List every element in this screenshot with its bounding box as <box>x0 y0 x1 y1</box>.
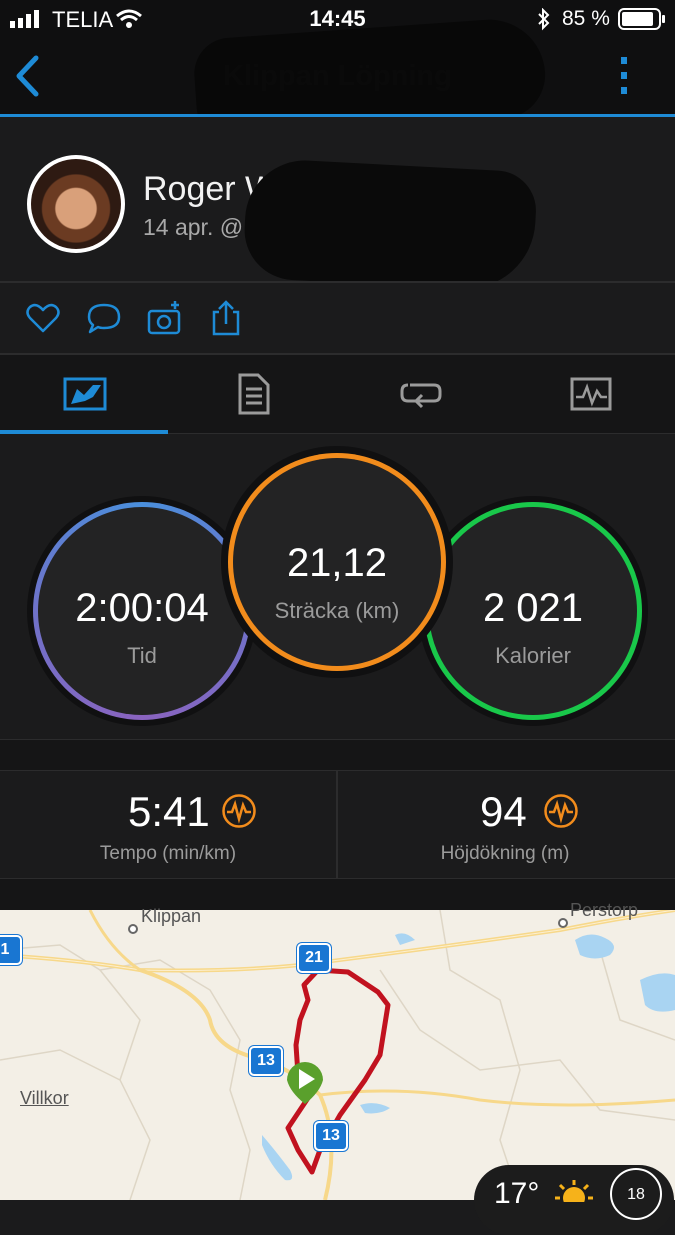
temperature: 17° <box>494 1177 540 1210</box>
battery-percent: 85 % <box>562 7 610 30</box>
pace-chart-icon[interactable] <box>221 793 257 829</box>
tab-overview[interactable] <box>0 355 168 433</box>
avatar[interactable] <box>27 155 125 253</box>
distance-value: 21,12 <box>286 541 388 585</box>
pace-label: Tempo (min/km) <box>99 843 237 864</box>
redaction-scribble <box>242 157 538 293</box>
wind-speed: 18 <box>627 1186 645 1203</box>
stats-divider <box>336 771 338 878</box>
place-perstorp: Perstorp <box>570 900 639 920</box>
tab-details[interactable] <box>168 355 336 433</box>
distance-label: Sträcka (km) <box>274 598 400 623</box>
road-shield: 21 <box>297 943 331 973</box>
sun-icon <box>555 1180 593 1202</box>
more-options-icon[interactable] <box>617 56 631 96</box>
like-icon[interactable] <box>25 300 61 336</box>
place-klippan: Klippan <box>141 906 202 926</box>
elevation-value: 94 <box>480 788 527 835</box>
comment-icon[interactable] <box>86 300 122 336</box>
tab-laps[interactable] <box>336 355 504 433</box>
road-shield: 13 <box>314 1121 348 1151</box>
battery-icon <box>618 8 665 30</box>
terms-link[interactable]: Villkor <box>20 1088 69 1109</box>
elevation-chart-icon[interactable] <box>543 793 579 829</box>
bluetooth-icon <box>538 8 550 31</box>
add-photo-icon[interactable] <box>147 300 183 336</box>
overview-icon <box>63 377 107 411</box>
map-canvas <box>0 910 675 1200</box>
graph-icon <box>570 377 612 411</box>
pace-value: 5:41 <box>128 788 210 835</box>
laps-icon <box>400 383 442 409</box>
road-shield: 13 <box>249 1046 283 1076</box>
route-map[interactable] <box>0 910 675 1200</box>
share-icon[interactable] <box>208 300 244 336</box>
elevation-label: Höjdökning (m) <box>440 843 570 864</box>
calories-label: Kalorier <box>495 643 571 668</box>
details-icon <box>238 373 270 415</box>
tab-graphs[interactable] <box>504 355 672 433</box>
time-label: Tid <box>127 643 157 668</box>
road-shield: 1 <box>0 935 22 965</box>
time-value: 2:00:04 <box>75 586 209 630</box>
calories-value: 2 021 <box>482 586 584 630</box>
